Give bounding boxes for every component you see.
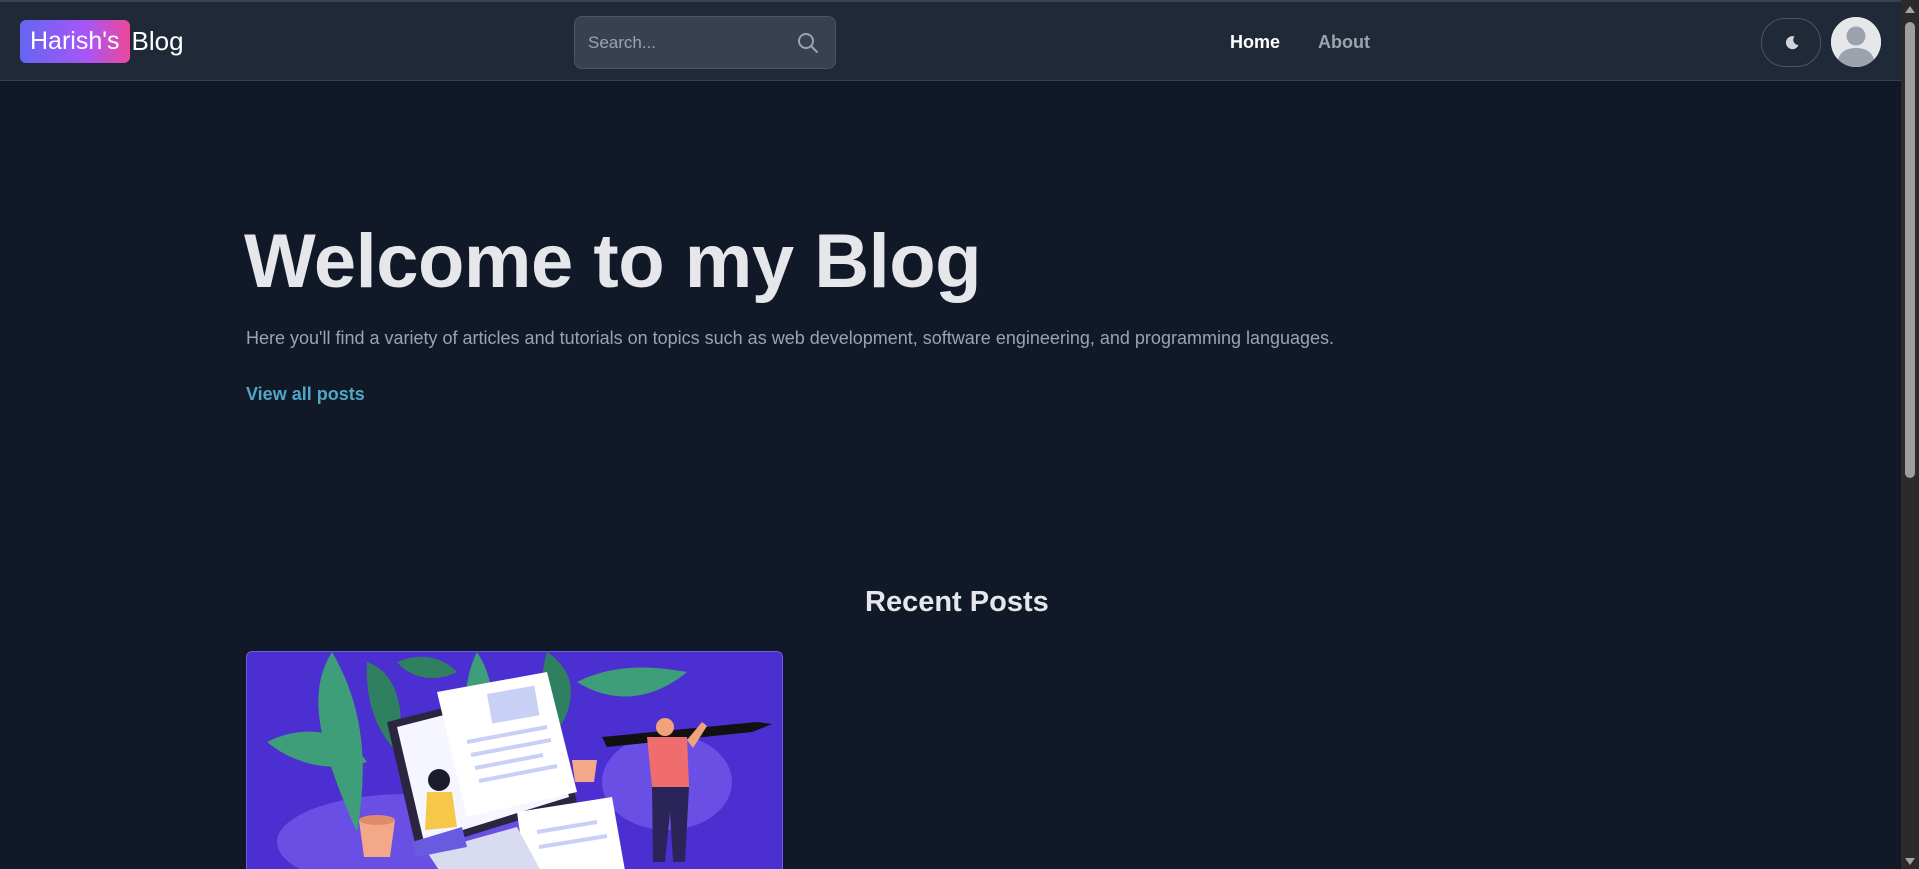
hero-subtitle: Here you'll find a variety of articles a…: [246, 328, 1335, 348]
scroll-down-arrow-icon[interactable]: [1905, 858, 1915, 865]
user-avatar-icon: [1831, 17, 1881, 67]
page-scrollbar[interactable]: [1901, 0, 1919, 869]
theme-toggle-button[interactable]: [1761, 18, 1821, 67]
post-cover-image: [247, 652, 782, 869]
logo-badge: Harish's: [20, 20, 130, 63]
moon-icon: [1785, 36, 1799, 50]
post-card[interactable]: [246, 651, 783, 869]
recent-posts-title: Recent Posts: [865, 586, 1049, 618]
search-box: [574, 16, 836, 69]
logo-text: Blog: [131, 26, 184, 56]
nav-home-link[interactable]: Home: [1230, 32, 1280, 53]
page: Harish's Blog Home About: [0, 0, 1919, 869]
scroll-up-arrow-icon[interactable]: [1905, 6, 1915, 13]
scrollbar-thumb[interactable]: [1905, 22, 1915, 478]
site-logo[interactable]: Harish's Blog: [20, 20, 184, 63]
nav-about-link[interactable]: About: [1318, 32, 1370, 53]
view-all-posts-link[interactable]: View all posts: [246, 384, 365, 405]
hero-title: Welcome to my Blog: [244, 219, 982, 304]
search-icon[interactable]: [797, 32, 819, 54]
user-avatar[interactable]: [1831, 17, 1881, 67]
search-input[interactable]: [575, 17, 785, 68]
navbar: Harish's Blog Home About: [0, 0, 1901, 81]
